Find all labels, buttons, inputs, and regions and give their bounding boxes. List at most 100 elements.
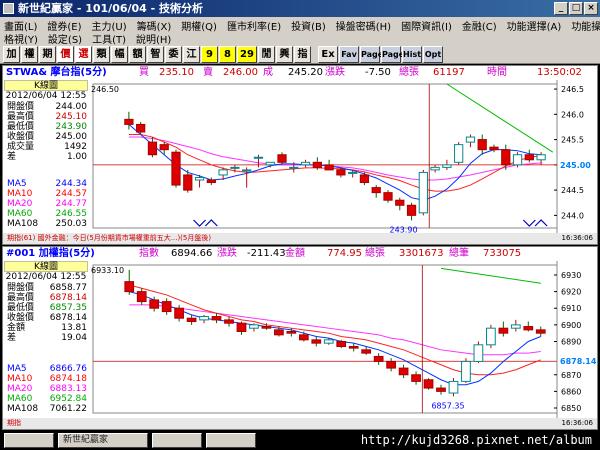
menu-item[interactable]: 投資(B) — [291, 18, 326, 33]
maximize-button[interactable]: □ — [569, 2, 583, 15]
candle-body — [249, 324, 259, 329]
toolbar-button[interactable]: 幅 — [111, 46, 128, 63]
buy-value: 235.10 — [159, 67, 194, 78]
toolbar-button[interactable]: 權 — [21, 46, 38, 63]
ma-label: MA60 — [7, 209, 33, 219]
candle-body — [486, 327, 496, 346]
candle-body — [323, 339, 334, 344]
y-tick-label: 6930 — [561, 271, 581, 280]
toolbar-button[interactable]: 閒 — [258, 46, 275, 63]
toolbar-button[interactable]: 類 — [93, 46, 110, 63]
candle-body — [336, 169, 346, 176]
toolbar-button[interactable]: Page — [360, 46, 383, 63]
ma-label: MA20 — [7, 199, 33, 209]
menu-item[interactable]: 操盤密碼(H) — [336, 18, 391, 33]
menu-item[interactable]: 期權(Q) — [181, 18, 217, 33]
ma-value: 244.77 — [55, 199, 88, 209]
menu-item[interactable]: 國際資訊(I) — [401, 18, 452, 33]
toolbar-button[interactable]: 9 — [201, 46, 218, 63]
menu-item[interactable]: 設定(S) — [48, 31, 82, 46]
candle-body — [461, 360, 471, 382]
candlestick-chart-stwa[interactable]: 246.5246.0245.5245.00244.5244.0245.00246… — [89, 80, 597, 234]
task-button[interactable] — [206, 433, 256, 448]
kline-button[interactable]: K線圖 — [4, 261, 88, 272]
ma-value: 7061.22 — [49, 404, 87, 414]
toolbar-button[interactable]: 8 — [219, 46, 236, 63]
candle-body — [230, 166, 240, 169]
toolbar-button[interactable]: 額 — [129, 46, 146, 63]
y-tick-label: 6870 — [561, 371, 581, 380]
ma-label: MA108 — [7, 219, 39, 229]
toolbar-button[interactable]: 江 — [183, 46, 200, 63]
menu-item[interactable]: 籌碼(X) — [137, 18, 172, 33]
toolbar-button[interactable]: Fav — [339, 46, 359, 63]
info-value: 6878.14 — [49, 293, 87, 303]
menu-row-2: 格視(Y) 設定(S) 工具(T) 說明(H) — [4, 31, 171, 46]
info-row: 最低價 243.90 — [3, 122, 89, 132]
candlestick-chart-taiex[interactable]: 6930 6920 6910 6900 6890 6870 6860 6850 6878.14 6… — [89, 261, 597, 419]
kline-button[interactable]: K線圖 — [4, 80, 88, 91]
candle-body — [348, 171, 358, 174]
info-row: 開盤價 6858.77 — [3, 283, 89, 293]
toolbar-button[interactable]: Page — [381, 46, 404, 63]
menu-item[interactable]: 功能操作(F) — [571, 18, 600, 33]
y-tick-label: 6890 — [561, 337, 581, 346]
menu-item[interactable]: 功能選擇(A) — [507, 18, 562, 33]
toolbar-button[interactable]: 智 — [147, 46, 164, 63]
toolbar-button[interactable]: 委 — [165, 46, 182, 63]
toolbar-button[interactable]: 加 — [3, 46, 20, 63]
menu-item[interactable]: 主力(U) — [92, 18, 127, 33]
menu-item[interactable]: 匯市利率(E) — [227, 18, 281, 33]
info-label: 金額 — [7, 323, 26, 333]
chart-header-stwa: STWA& 摩台指(5分) 買 235.10 賣 246.00 成 245.20… — [3, 66, 597, 79]
index-label: 指數 — [139, 248, 159, 259]
candle-body — [300, 161, 311, 166]
menu-item[interactable]: 格視(Y) — [4, 31, 38, 46]
info-row: 成交量 1492 — [3, 142, 89, 152]
toolbar-button[interactable]: 29 — [237, 46, 257, 63]
ma-row: MA108 250.03 — [3, 219, 89, 229]
ma-row: MA20 244.77 — [3, 199, 89, 209]
info-value: 13.81 — [61, 323, 87, 333]
candle-body — [286, 331, 297, 334]
candle-body — [348, 345, 359, 349]
candle-body — [124, 281, 135, 293]
info-value: 245.10 — [55, 112, 88, 122]
task-button[interactable] — [152, 433, 202, 448]
candle-body — [289, 166, 299, 169]
chart-panel-taiex[interactable]: #001 加權指(5分) 指數 6894.66 漲跌 -211.43 金額 77… — [2, 246, 598, 430]
menu-item[interactable]: 說明(H) — [136, 31, 171, 46]
toolbar-button[interactable]: Ex — [318, 46, 338, 63]
low-label: 6857.35 — [431, 401, 464, 410]
toolbar-button[interactable]: 期 — [39, 46, 56, 63]
toolbar-button[interactable]: 價 — [57, 46, 74, 63]
toolbar-button[interactable]: 興 — [276, 46, 293, 63]
toolbar-button[interactable]: Opt — [423, 46, 443, 63]
toolbar-button[interactable]: 指 — [294, 46, 311, 63]
candle-body — [383, 192, 393, 201]
strip-text: 期指 — [7, 419, 21, 427]
minimize-button[interactable]: _ — [554, 2, 568, 15]
info-label: 開盤價 — [7, 283, 35, 293]
high-label: 246.50 — [91, 85, 119, 94]
amount-value: 774.95 — [327, 248, 362, 259]
menu-item[interactable]: 工具(T) — [92, 31, 126, 46]
news-strip: 期指(61) 國外金融：今日(5月份期貨市場權重前五大...)(5月盤後) 16… — [3, 233, 597, 244]
menu-item[interactable]: 證券(E) — [47, 18, 81, 33]
candle-body — [473, 344, 484, 362]
candle-body — [136, 123, 146, 133]
task-button[interactable] — [4, 433, 54, 448]
candle-body — [242, 169, 252, 172]
toolbar-button[interactable]: 選 — [75, 46, 92, 63]
window-title: 新世紀贏家 - 101/06/04 - 技術分析 — [18, 2, 204, 15]
chart-panel-stwa[interactable]: STWA& 摩台指(5分) 買 235.10 賣 246.00 成 245.20… — [2, 65, 598, 245]
task-button-main[interactable]: 新世紀贏家 — [58, 433, 148, 448]
menu-item[interactable]: 畫面(L) — [4, 18, 37, 33]
toolbar-button[interactable]: Hist — [402, 46, 422, 63]
ma-row: MA108 7061.22 — [3, 404, 89, 414]
toolbar: 加權期價選類幅額智委江 9 8 29 閒興指 Ex Fav Page Page Hist Opt — [0, 45, 600, 64]
y-tick-label: 6910 — [561, 304, 581, 313]
menu-item[interactable]: 金融(C) — [462, 18, 497, 33]
candle-body — [186, 317, 197, 323]
close-button[interactable]: × — [584, 2, 598, 15]
